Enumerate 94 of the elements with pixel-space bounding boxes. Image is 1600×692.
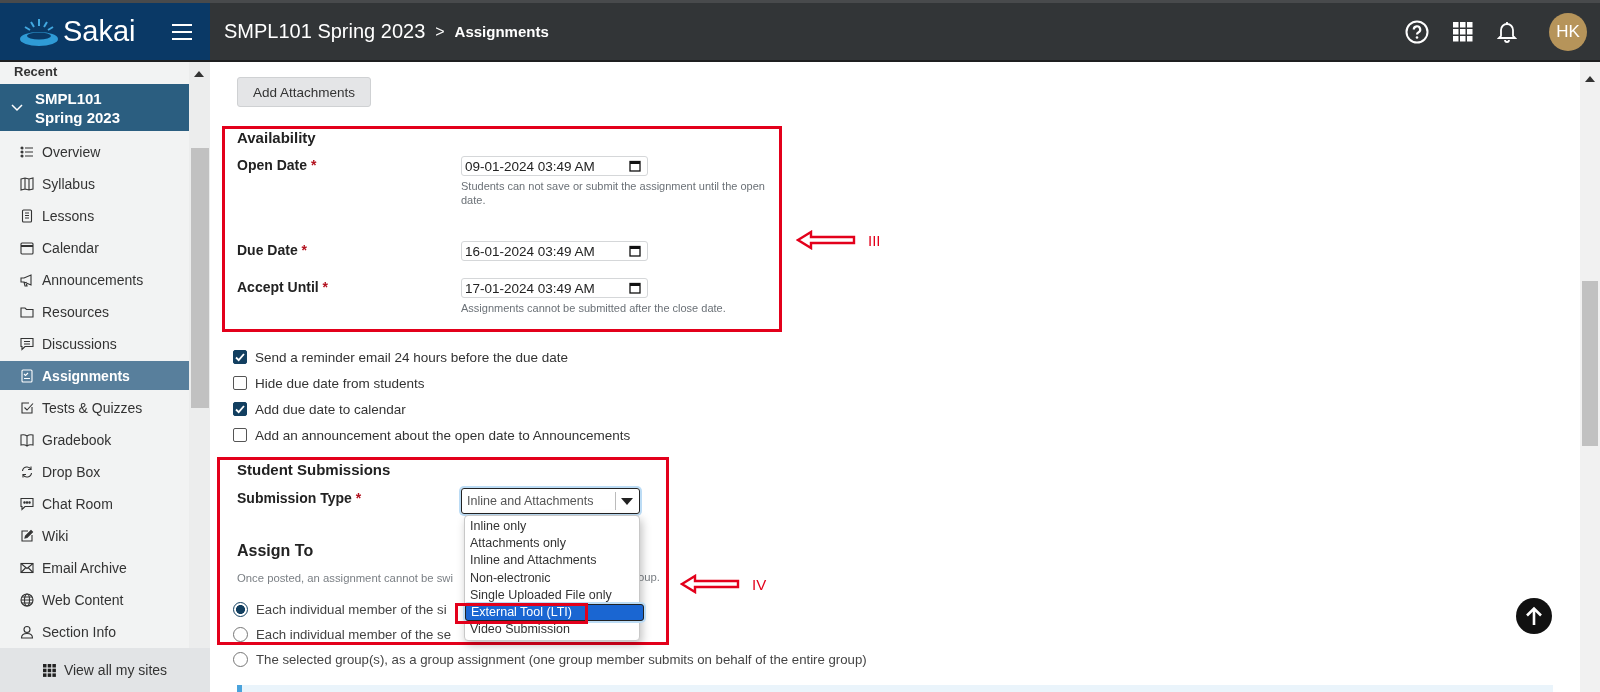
date-time-field[interactable]: 09-01-2024 03:49 AM bbox=[461, 156, 648, 176]
logo-text: Sakai bbox=[63, 15, 136, 48]
annotation-arrow bbox=[680, 574, 740, 594]
scrollbar-thumb[interactable] bbox=[191, 148, 209, 408]
sidebar-item[interactable]: Gradebook bbox=[0, 425, 189, 454]
scrollbar[interactable] bbox=[189, 62, 210, 648]
sidebar-item[interactable]: Resources bbox=[0, 297, 189, 326]
add-attachments-button[interactable]: Add Attachments bbox=[237, 77, 372, 107]
logo-icon bbox=[18, 16, 60, 47]
site-menu-header[interactable]: SMPL101 Spring 2023 bbox=[0, 84, 189, 131]
scroll-up-arrow-icon[interactable] bbox=[194, 71, 204, 77]
scroll-to-top-button[interactable] bbox=[1516, 598, 1552, 634]
field-label: Submission Type * bbox=[237, 489, 363, 508]
arrow-up-icon bbox=[1525, 606, 1543, 626]
calendar-icon bbox=[629, 245, 641, 257]
dropdown-option[interactable]: Single Uploaded File only bbox=[465, 586, 639, 604]
sidebar-item[interactable]: Assignments bbox=[0, 361, 189, 390]
breadcrumb-separator: > bbox=[435, 22, 445, 41]
grid-icon bbox=[42, 663, 56, 677]
option-label: The selected group(s), as a group assignment (one group member submits on behalf of the entire group) bbox=[256, 652, 867, 667]
sidebar-item[interactable]: Calendar bbox=[0, 233, 189, 262]
scrollbar-thumb[interactable] bbox=[1582, 281, 1598, 446]
option-label: Add an announcement about the open date to Announcements bbox=[255, 427, 631, 443]
section-heading: Student Submissions bbox=[237, 461, 391, 479]
scroll-up-arrow-icon[interactable] bbox=[1585, 76, 1595, 82]
annotation-label: IV bbox=[752, 575, 767, 593]
field-label: Open Date * bbox=[237, 156, 318, 174]
option-label: Hide due date from students bbox=[255, 375, 425, 391]
person-icon bbox=[20, 624, 34, 639]
chat-icon bbox=[20, 496, 34, 511]
radio-button[interactable] bbox=[233, 627, 248, 642]
date-time-field[interactable]: 16-01-2024 03:49 AM bbox=[461, 241, 648, 261]
checklist-icon bbox=[20, 368, 34, 383]
map-icon bbox=[20, 176, 34, 191]
sidebar-item[interactable]: Overview bbox=[0, 137, 189, 166]
apps-grid-icon[interactable] bbox=[1451, 19, 1475, 44]
field-label: Due Date * bbox=[237, 241, 309, 259]
sidebar-item[interactable]: Web Content bbox=[0, 585, 189, 614]
dropdown-option[interactable]: Inline and Attachments bbox=[465, 552, 639, 570]
page-title: Assignments bbox=[454, 23, 549, 40]
submission-type-select[interactable]: Inline and Attachments bbox=[461, 488, 640, 514]
help-text: Assignments cannot be submitted after the close date. bbox=[461, 301, 727, 315]
option-label: Send a reminder email 24 hours before the due date bbox=[255, 349, 568, 365]
dropdown-option[interactable]: Inline only bbox=[465, 518, 639, 536]
folder-icon bbox=[20, 304, 34, 319]
dropdown-option[interactable]: Attachments only bbox=[465, 535, 639, 553]
sidebar-item[interactable]: Section Info bbox=[0, 617, 189, 646]
sidebar-item[interactable]: Email Archive bbox=[0, 553, 189, 582]
caret-icon bbox=[621, 497, 633, 505]
sidebar-item[interactable]: Lessons bbox=[0, 201, 189, 230]
option-label: Each individual member of the se bbox=[256, 627, 451, 642]
sidebar-item[interactable]: Wiki bbox=[0, 521, 189, 550]
section-heading: Assign To bbox=[237, 541, 314, 561]
dropdown-option[interactable]: Non-electronic bbox=[465, 569, 639, 587]
menu-button[interactable] bbox=[170, 21, 194, 42]
sidebar-item[interactable]: Syllabus bbox=[0, 169, 189, 198]
speech-bubble-icon bbox=[20, 336, 34, 351]
scrollbar[interactable] bbox=[1580, 62, 1600, 692]
option-label: Add due date to calendar bbox=[255, 401, 406, 417]
globe-icon bbox=[20, 592, 34, 607]
sidebar-item[interactable]: Chat Room bbox=[0, 489, 189, 518]
calendar-icon bbox=[629, 282, 641, 294]
megaphone-icon bbox=[20, 272, 34, 287]
help-text: Once posted, an assignment cannot be swi bbox=[237, 571, 454, 586]
date-time-field[interactable]: 17-01-2024 03:49 AM bbox=[461, 278, 648, 298]
field-label: Accept Until * bbox=[237, 278, 330, 296]
calendar-icon bbox=[20, 240, 34, 255]
checkbox[interactable] bbox=[233, 428, 247, 442]
sidebar-item[interactable]: Tests & Quizzes bbox=[0, 393, 189, 422]
circular-arrows-icon bbox=[20, 464, 34, 479]
sidebar-item[interactable]: Discussions bbox=[0, 329, 189, 358]
site-title[interactable]: SMPL101 Spring 2023 bbox=[224, 20, 426, 43]
section-label: Recent bbox=[13, 63, 59, 81]
checkbox[interactable] bbox=[233, 350, 247, 364]
document-icon bbox=[20, 208, 34, 223]
envelope-icon bbox=[20, 560, 34, 575]
annotation-arrow bbox=[796, 230, 856, 250]
section-heading: Availability bbox=[237, 129, 316, 147]
option-label: Each individual member of the si bbox=[256, 602, 447, 617]
dropdown-option[interactable]: Video Submission bbox=[465, 621, 639, 639]
radio-button[interactable] bbox=[233, 602, 248, 617]
sidebar-item[interactable]: Announcements bbox=[0, 265, 189, 294]
checkbox[interactable] bbox=[233, 376, 247, 390]
calendar-icon bbox=[629, 160, 641, 172]
annotation-label: III bbox=[868, 231, 881, 249]
checkbox[interactable] bbox=[233, 402, 247, 416]
list-icon bbox=[20, 144, 34, 159]
help-text: Students can not save or submit the assignment until the open date. bbox=[461, 179, 766, 207]
radio-button[interactable] bbox=[233, 652, 248, 667]
sidebar-item[interactable]: Drop Box bbox=[0, 457, 189, 486]
book-icon bbox=[20, 432, 34, 447]
pencil-icon bbox=[20, 528, 34, 543]
view-all-sites-link[interactable]: View all my sites bbox=[0, 648, 210, 692]
checkbox-icon bbox=[20, 400, 34, 415]
